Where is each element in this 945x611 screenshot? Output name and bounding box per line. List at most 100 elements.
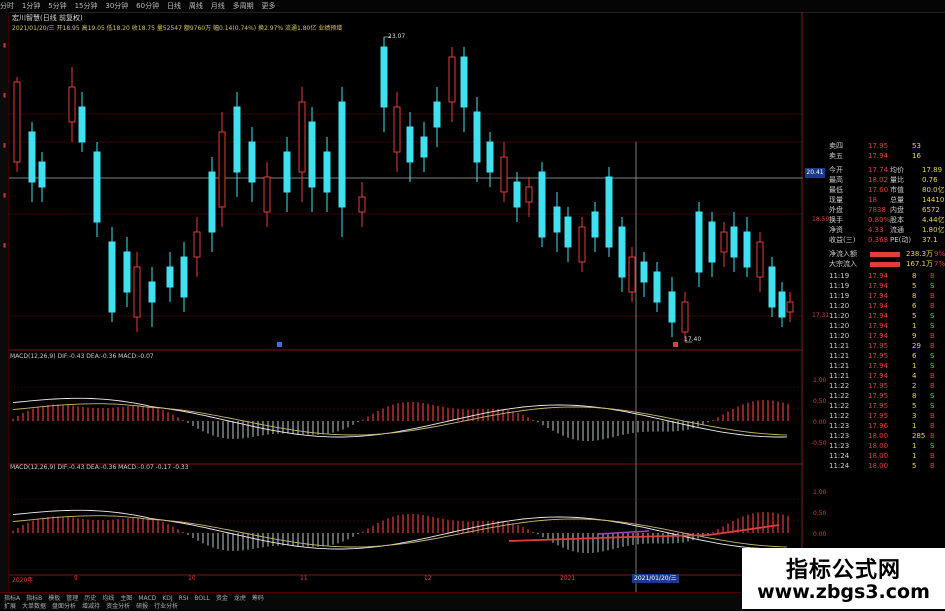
candle-down xyxy=(148,281,156,303)
ob-price: 17.94 xyxy=(868,152,889,160)
bottom-tab[interactable]: BOLL xyxy=(194,595,209,602)
tick-time: 11:22 xyxy=(829,402,850,410)
stat-value: 6572 xyxy=(922,206,940,214)
crosshair-price-tag: 20.41 xyxy=(805,168,825,178)
chart-title: 宏川智慧(日线 前复权) xyxy=(12,14,83,22)
candle-up xyxy=(218,131,226,208)
side-tab[interactable]: ▮ xyxy=(1,192,8,232)
watermark-logo: 指标公式网 www.zbgs3.com xyxy=(742,548,945,609)
period-tab[interactable]: 多周期 xyxy=(233,0,254,12)
period-tab[interactable]: 1分钟 xyxy=(22,0,40,12)
tick-time: 11:20 xyxy=(829,302,850,310)
bottom-tab[interactable]: 龙虎 xyxy=(234,595,246,602)
candle-up xyxy=(68,86,76,123)
x-axis-label: 9 xyxy=(74,575,78,582)
stat-value: 37.1 xyxy=(922,236,938,244)
stat-key: 换手 xyxy=(829,216,843,224)
candle-down xyxy=(486,141,494,173)
stat-key: PE(动) xyxy=(890,236,912,244)
tick-price: 17.94 xyxy=(868,292,889,300)
macd1-axis-label: 0.00 xyxy=(813,419,827,426)
macd1-axis-label: 1.00 xyxy=(813,377,827,384)
stat-value: 18.02 xyxy=(868,176,889,184)
tick-time: 11:20 xyxy=(829,332,850,340)
bottom-tab[interactable]: 筹码 xyxy=(252,595,264,602)
candle-down xyxy=(640,261,648,283)
tick-volume: 8 xyxy=(912,392,917,400)
period-tab[interactable]: 5分钟 xyxy=(48,0,66,12)
candle-up xyxy=(263,176,271,213)
tick-volume: 6 xyxy=(912,302,917,310)
side-tab[interactable]: ▮ xyxy=(1,42,8,82)
tick-direction: S xyxy=(930,322,935,330)
tick-time: 11:19 xyxy=(829,282,850,290)
tick-direction: B xyxy=(930,422,935,430)
macd1-dif-line xyxy=(12,397,788,438)
candle-down xyxy=(380,46,388,108)
period-tab[interactable]: 日线 xyxy=(167,0,181,12)
candle-up xyxy=(578,226,586,263)
tick-time: 11:24 xyxy=(829,462,850,470)
candle-down xyxy=(180,256,188,298)
candle-down xyxy=(473,111,481,163)
stat-key: 今开 xyxy=(829,166,843,174)
candle-down xyxy=(768,266,776,308)
tick-direction: B xyxy=(930,462,935,470)
side-tab[interactable]: ▮ xyxy=(1,92,8,132)
ob-label: 卖五 xyxy=(829,152,843,160)
period-tab[interactable]: 月线 xyxy=(211,0,225,12)
tick-volume: 2 xyxy=(912,382,917,390)
ob-volume: 16 xyxy=(912,152,921,160)
tick-price: 18.00 xyxy=(868,432,889,440)
candle-up xyxy=(13,81,21,163)
tick-price: 17.94 xyxy=(868,332,889,340)
period-tab[interactable]: 周线 xyxy=(189,0,203,12)
candle-down xyxy=(591,211,599,238)
tick-time: 11:20 xyxy=(829,312,850,320)
bottom-tab[interactable]: 资金 xyxy=(216,595,228,602)
tick-direction: S xyxy=(930,282,935,290)
candle-down xyxy=(695,211,703,273)
side-tab[interactable]: ▮ xyxy=(1,242,8,282)
candle-up xyxy=(133,266,141,318)
period-tab[interactable]: 60分钟 xyxy=(136,0,159,12)
tick-direction: S xyxy=(930,352,935,360)
candle-down xyxy=(564,216,572,248)
ob-label: 卖四 xyxy=(829,142,843,150)
candle-up xyxy=(628,256,636,293)
tick-direction: S xyxy=(930,442,935,450)
period-tab[interactable]: 15分钟 xyxy=(75,0,98,12)
period-tab[interactable]: 30分钟 xyxy=(105,0,128,12)
side-tab[interactable]: ▮ xyxy=(1,142,8,182)
tick-volume: 285 xyxy=(912,432,926,440)
candle-down xyxy=(93,151,101,223)
x-axis-label: 12 xyxy=(424,575,432,582)
stat-key: 市值 xyxy=(890,186,904,194)
stat-key: 量比 xyxy=(890,176,904,184)
candle-down xyxy=(618,226,626,278)
period-tab[interactable]: 分时 xyxy=(0,0,14,12)
chart-info-line: 2021/01/20/三 开18.95 高19.05 低18.20 收18.75… xyxy=(12,25,343,32)
tick-volume: 8 xyxy=(912,272,917,280)
ob-price: 17.95 xyxy=(868,142,889,150)
candle-up xyxy=(720,231,728,253)
stat-value: 7838 xyxy=(868,206,886,214)
tick-time: 11:23 xyxy=(829,432,850,440)
tick-volume: 5 xyxy=(912,282,917,290)
tick-volume: 5 xyxy=(912,402,917,410)
candle-down xyxy=(166,266,174,288)
candle-down xyxy=(708,221,716,263)
candle-down xyxy=(778,291,786,318)
stat-value: 17.60 xyxy=(868,186,889,194)
tick-time: 11:24 xyxy=(829,452,850,460)
tick-price: 17.95 xyxy=(868,382,889,390)
flow-pct: 7% xyxy=(934,260,945,268)
tick-price: 17.95 xyxy=(868,392,889,400)
tick-price: 18.00 xyxy=(868,462,889,470)
quote-panel: 卖四 17.95 53 卖五 17.94 16 今开 17.74 均价 17.89 最高 18.02 量… xyxy=(826,142,945,592)
period-tab[interactable]: 更多 xyxy=(261,0,275,12)
tick-time: 11:22 xyxy=(829,382,850,390)
candle-down xyxy=(78,106,86,143)
candle-down xyxy=(208,171,216,233)
kline-chart[interactable] xyxy=(9,12,803,598)
